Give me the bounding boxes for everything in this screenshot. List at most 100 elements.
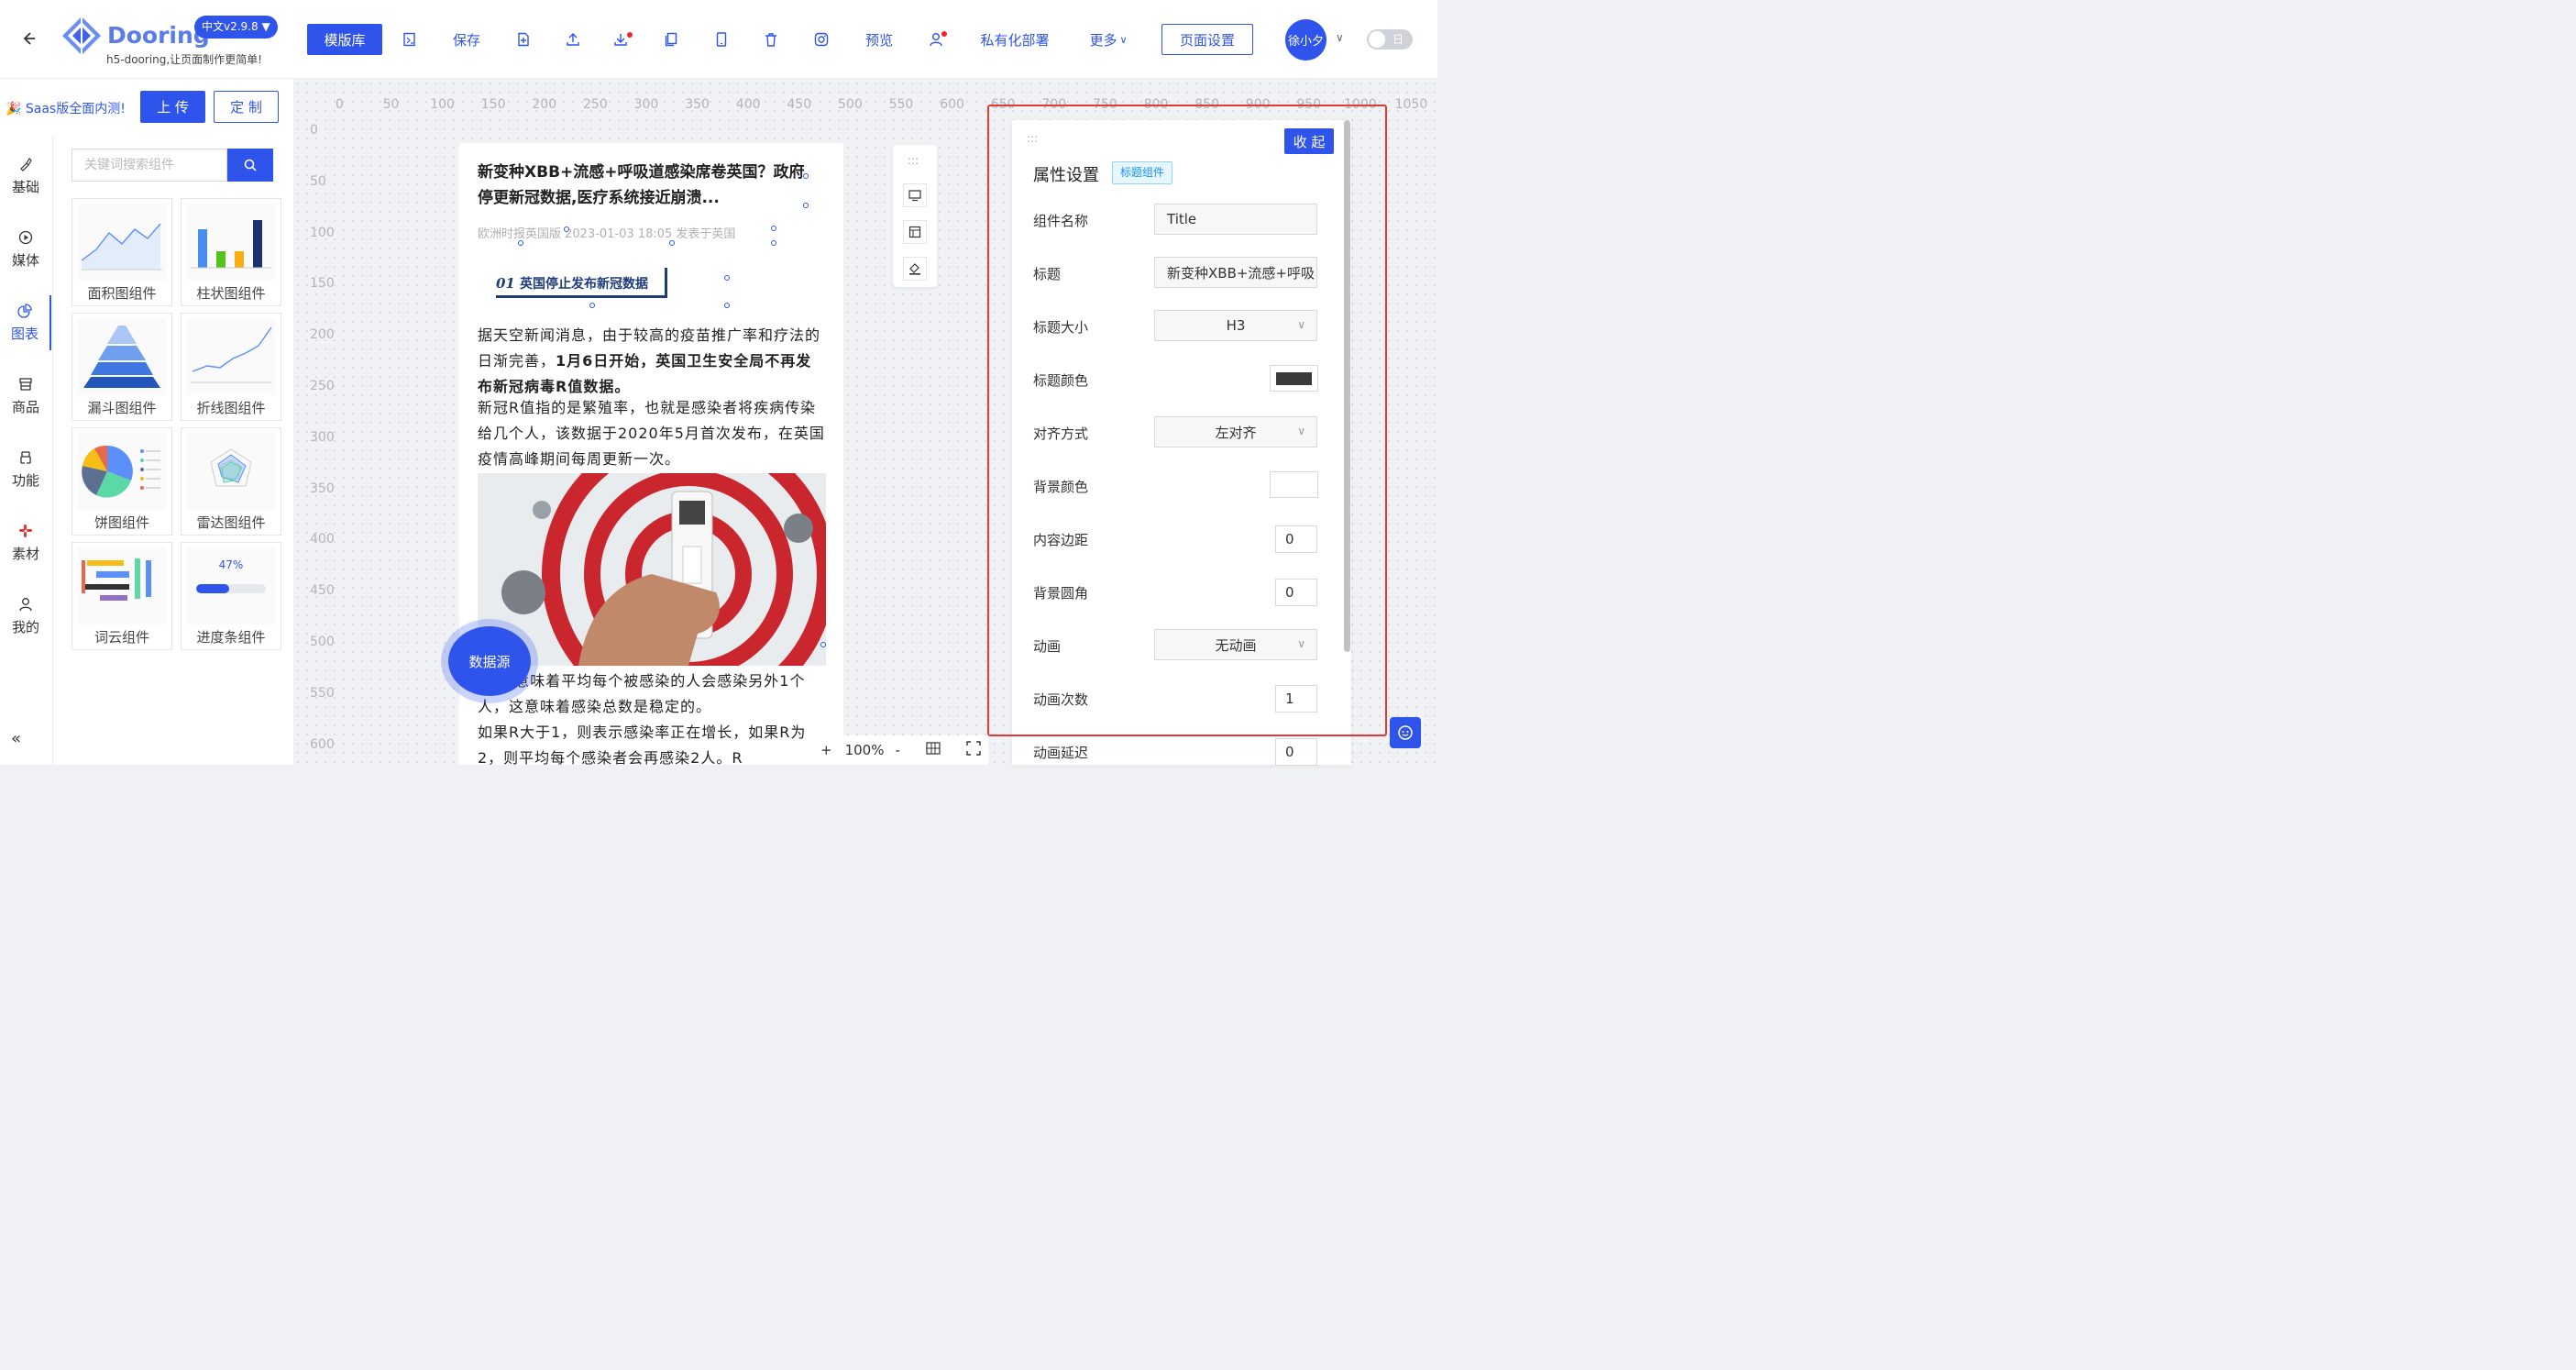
sidebar-item-label: 功能 [11, 471, 39, 489]
funnel-chart-component-card[interactable]: 漏斗图组件 [72, 313, 172, 421]
sidebar-item-mine[interactable]: 我的 [0, 589, 51, 644]
area-chart-component-card[interactable]: 面积图组件 [72, 198, 172, 306]
instagram-icon[interactable] [811, 24, 831, 55]
article-paragraph[interactable]: R为1意味着平均每个被感染的人会感染另外1个人，这意味着感染总数是稳定的。 [478, 668, 826, 720]
resize-handle[interactable] [564, 226, 569, 232]
customize-button[interactable]: 定 制 [214, 91, 279, 123]
version-label: 中文v2.9.8 [202, 20, 259, 33]
copy-icon[interactable] [661, 24, 681, 55]
more-label: 更多 [1089, 31, 1117, 49]
sidebar-item-function[interactable]: 功能 [0, 442, 51, 497]
animation-count-input[interactable]: 1 [1275, 685, 1317, 713]
drag-handle-icon[interactable]: ::: [1027, 132, 1038, 145]
layout-view-button[interactable] [903, 220, 927, 244]
pie-chart-component-card[interactable]: 饼图组件 [72, 427, 172, 536]
ruler-tick-label: 950 [1296, 97, 1322, 112]
word-cloud-thumbnail [78, 547, 166, 624]
resize-handle[interactable] [724, 275, 730, 281]
new-file-icon[interactable] [513, 24, 534, 55]
section-title: 英国停止发布新冠数据 [520, 277, 648, 292]
sidebar-item-material[interactable]: 素材 [0, 515, 51, 570]
sidebar-item-label: 图表 [10, 325, 39, 342]
chevron-down-icon[interactable]: ∨ [1336, 31, 1344, 44]
title-text-input[interactable]: 新变种XBB+流感+呼吸 [1154, 257, 1317, 288]
mobile-icon[interactable] [711, 24, 732, 55]
field-label: 对齐方式 [1033, 425, 1089, 442]
help-chat-button[interactable] [1390, 717, 1421, 748]
select-value: H3 [1226, 317, 1246, 334]
user-settings-icon[interactable] [926, 24, 946, 55]
grid-toggle-icon[interactable] [926, 742, 941, 758]
resize-handle[interactable] [771, 240, 776, 246]
ruler-tick-label: 200 [310, 327, 335, 343]
covid-test-illustration [478, 473, 826, 666]
resize-handle[interactable] [724, 303, 730, 308]
back-arrow-icon[interactable] [20, 29, 37, 51]
sidebar-item-charts[interactable]: 图表 [0, 295, 51, 350]
saas-promo-link[interactable]: 🎉 Saas版全面内测! [6, 99, 126, 117]
upload-button[interactable]: 上 传 [140, 91, 205, 123]
background-color-picker[interactable] [1270, 471, 1318, 498]
code-file-icon[interactable] [400, 24, 420, 55]
article-paragraph[interactable]: 据天空新闻消息，由于较高的疫苗推广率和疗法的日渐完善，1月6日开始，英国卫生安全… [478, 323, 826, 400]
animation-select[interactable]: 无动画 ∨ [1154, 629, 1317, 660]
search-button[interactable] [227, 149, 273, 182]
bar-chart-component-card[interactable]: 柱状图组件 [181, 198, 281, 306]
resize-handle[interactable] [803, 203, 809, 208]
ruler-tick-label: 450 [787, 97, 812, 112]
covid-test-image[interactable] [478, 473, 826, 666]
desktop-view-button[interactable] [903, 183, 927, 207]
delete-icon[interactable] [761, 24, 781, 55]
progress-component-card[interactable]: 47% 进度条组件 [181, 542, 281, 650]
title-size-select[interactable]: H3 ∨ [1154, 310, 1317, 341]
version-dropdown[interactable]: 中文v2.9.8 ▼ [194, 16, 278, 39]
radar-chart-component-card[interactable]: 雷达图组件 [181, 427, 281, 536]
border-radius-input[interactable]: 0 [1275, 579, 1317, 606]
resize-handle[interactable] [820, 642, 826, 647]
resize-handle[interactable] [669, 240, 675, 246]
sidebar-item-basic[interactable]: 基础 [0, 149, 51, 204]
line-chart-component-card[interactable]: 折线图组件 [181, 313, 281, 421]
chevron-down-icon: ∨ [1297, 637, 1305, 650]
page-settings-button[interactable]: 页面设置 [1161, 24, 1253, 55]
properties-scrollbar[interactable] [1344, 120, 1350, 652]
zoom-out-button[interactable]: - [895, 742, 899, 758]
save-button[interactable]: 保存 [446, 24, 488, 55]
resize-handle[interactable] [803, 173, 809, 179]
collapse-sidebar-icon[interactable]: « [11, 729, 21, 748]
avatar[interactable]: 徐小夕 [1285, 19, 1327, 61]
section-heading[interactable]: 01 英国停止发布新冠数据 [496, 268, 667, 298]
resize-handle[interactable] [771, 226, 776, 231]
template-library-button[interactable]: 模版库 [307, 24, 382, 55]
upload-icon[interactable] [563, 24, 583, 55]
component-name-input[interactable]: Title [1154, 204, 1317, 235]
article-paragraph[interactable]: 新冠R值指的是繁殖率，也就是感染者将疾病传染给几个人，该数据于2020年5月首次… [478, 395, 826, 472]
collapse-panel-button[interactable]: 收 起 [1284, 128, 1334, 154]
word-cloud-component-card[interactable]: 词云组件 [72, 542, 172, 650]
theme-toggle[interactable]: 日 [1367, 29, 1413, 50]
background-fill-button[interactable] [903, 257, 927, 281]
download-icon[interactable] [611, 24, 631, 55]
resize-handle[interactable] [589, 303, 595, 308]
animation-delay-input[interactable]: 0 [1275, 738, 1317, 766]
zoom-in-button[interactable]: + [820, 742, 832, 758]
more-dropdown[interactable]: 更多 ∨ [1085, 24, 1131, 55]
padding-input[interactable]: 0 [1275, 525, 1317, 553]
fullscreen-icon[interactable] [966, 741, 981, 759]
title-color-picker[interactable] [1270, 365, 1318, 392]
alignment-select[interactable]: 左对齐 ∨ [1154, 416, 1317, 447]
drag-handle-icon[interactable]: ::: [908, 154, 919, 167]
article-meta[interactable]: 欧洲时报英国版 2023-01-03 18:05 发表于英国 [478, 224, 735, 241]
article-title[interactable]: 新变种XBB+流感+呼吸道感染席卷英国？政府停更新冠数据,医疗系统接近崩溃... [478, 160, 808, 211]
sidebar-item-media[interactable]: 媒体 [0, 222, 51, 277]
pie-chart-icon [17, 303, 32, 318]
preview-button[interactable]: 预览 [862, 24, 897, 55]
resize-handle[interactable] [518, 240, 523, 246]
datasource-button[interactable]: 数据源 [448, 626, 531, 696]
component-search-input[interactable]: 关键词搜索组件 [72, 149, 227, 182]
material-icon [19, 524, 32, 537]
sidebar-item-goods[interactable]: 商品 [0, 369, 51, 424]
article-paragraph[interactable]: 如果R大于1，则表示感染率正在增长，如果R为 2，则平均每个感染者会再感染2人。… [478, 720, 826, 765]
private-deploy-button[interactable]: 私有化部署 [977, 24, 1052, 55]
ruler-tick-label: 400 [735, 97, 761, 112]
